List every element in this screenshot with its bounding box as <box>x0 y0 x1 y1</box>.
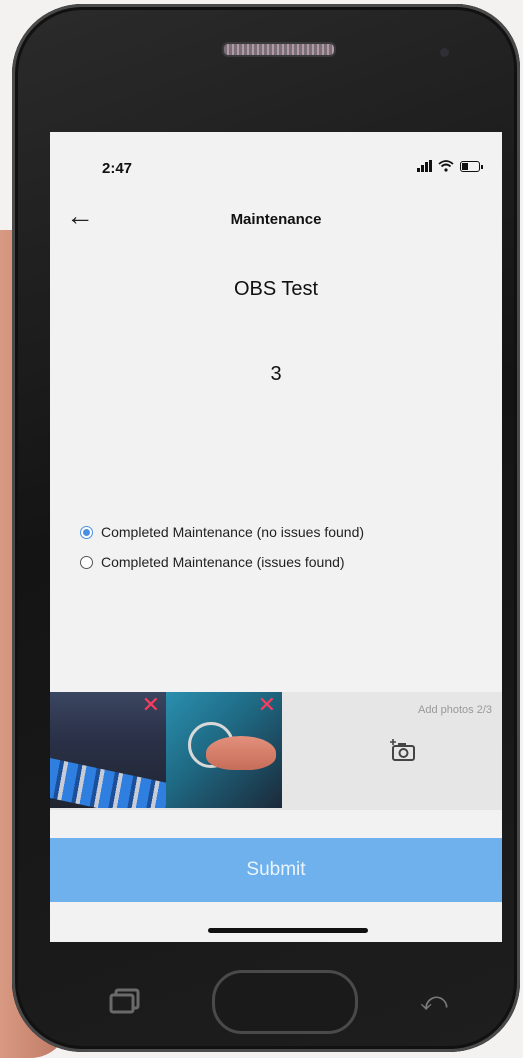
photo-thumbnail[interactable]: ✕ <box>50 692 166 808</box>
front-camera <box>440 48 449 57</box>
signal-icon <box>417 160 432 172</box>
status-time: 2:47 <box>102 160 133 177</box>
photo-strip: ✕ ✕ Add photos 2/3 <box>50 692 502 810</box>
home-indicator[interactable] <box>208 928 368 933</box>
record-name: OBS Test <box>233 278 319 300</box>
add-camera-icon[interactable] <box>390 738 416 762</box>
option-no-issues[interactable]: Completed Maintenance (no issues found) <box>80 517 364 547</box>
option-label: Completed Maintenance (issues found) <box>101 554 345 570</box>
status-bar: 2:47 <box>50 132 502 192</box>
radio-unchecked-icon[interactable] <box>80 555 93 569</box>
phone-body: 2:47 ← Maintenance OBS Test 3 Completed … <box>12 4 520 1052</box>
status-icons <box>417 160 483 172</box>
remove-photo-icon[interactable]: ✕ <box>258 694 276 716</box>
wifi-icon <box>438 160 454 172</box>
recent-apps-icon[interactable] <box>108 988 142 1014</box>
radio-checked-icon[interactable] <box>80 525 93 539</box>
page-title: Maintenance <box>230 211 322 228</box>
option-issues-found[interactable]: Completed Maintenance (issues found) <box>80 547 364 577</box>
remove-photo-icon[interactable]: ✕ <box>142 694 160 716</box>
photo-thumbnail[interactable]: ✕ <box>166 692 282 808</box>
battery-icon <box>460 160 483 172</box>
earpiece-speaker <box>222 42 336 57</box>
hardware-home-button[interactable] <box>212 970 358 1034</box>
hardware-back-icon[interactable]: ⤺ <box>420 986 448 1018</box>
record-count: 3 <box>270 363 282 385</box>
phone-screen: 2:47 ← Maintenance OBS Test 3 Completed … <box>50 132 502 942</box>
add-photos-label: Add photos 2/3 <box>417 704 492 716</box>
bikes-image-detail <box>50 758 166 808</box>
bike-saddle-detail <box>206 736 276 770</box>
nav-bar: ← Maintenance <box>50 192 502 244</box>
maintenance-options: Completed Maintenance (no issues found) … <box>80 517 364 577</box>
submit-button[interactable]: Submit <box>50 838 502 902</box>
option-label: Completed Maintenance (no issues found) <box>101 524 365 540</box>
